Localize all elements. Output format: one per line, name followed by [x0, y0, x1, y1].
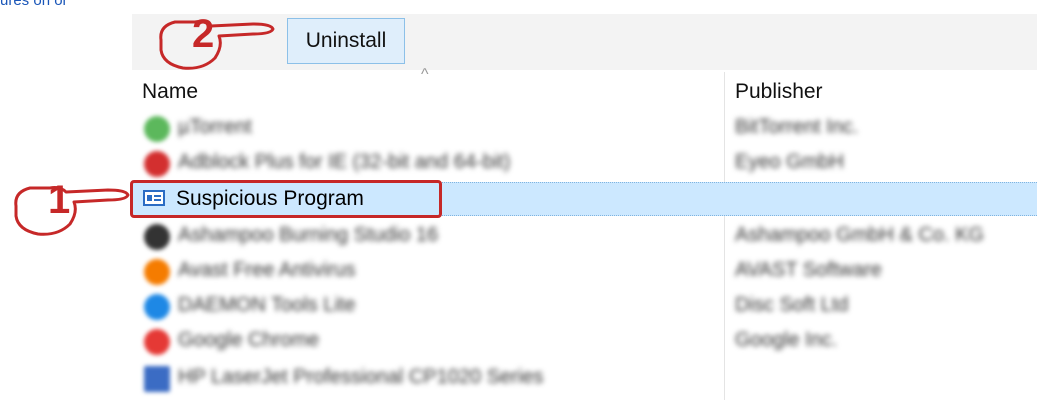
column-header-row: Name Publisher — [132, 72, 1037, 110]
avast-icon — [144, 259, 170, 285]
program-publisher: BitTorrent Inc. — [735, 116, 859, 138]
uninstall-button[interactable]: Uninstall — [287, 18, 405, 64]
program-name: Ashampoo Burning Studio 16 — [178, 224, 439, 246]
table-row[interactable]: µTorrent BitTorrent Inc. — [132, 112, 1037, 146]
table-row[interactable]: HP LaserJet Professional CP1020 Series — [132, 362, 1037, 396]
highlight-box-annotation — [130, 180, 442, 218]
pointing-hand-annotation-1 — [14, 186, 130, 236]
program-name: µTorrent — [178, 116, 252, 138]
program-name: Adblock Plus for IE (32-bit and 64-bit) — [178, 151, 511, 173]
program-publisher: Eyeo GmbH — [735, 151, 844, 173]
column-header-name[interactable]: Name — [142, 80, 198, 104]
annotation-number-1: 1 — [48, 178, 71, 222]
annotation-number-2: 2 — [192, 12, 215, 56]
top-link-text[interactable]: ures on or — [0, 0, 68, 9]
program-publisher: Disc Soft Ltd — [735, 294, 849, 316]
table-row[interactable]: DAEMON Tools Lite Disc Soft Ltd — [132, 290, 1037, 324]
program-name: HP LaserJet Professional CP1020 Series — [178, 366, 544, 388]
table-row[interactable]: Adblock Plus for IE (32-bit and 64-bit) … — [132, 147, 1037, 181]
program-name: Avast Free Antivirus — [178, 259, 356, 281]
pointing-hand-annotation-2 — [159, 20, 275, 70]
printer-icon — [144, 366, 170, 392]
program-name: DAEMON Tools Lite — [178, 294, 356, 316]
utorrent-icon — [144, 116, 170, 142]
program-publisher: Google Inc. — [735, 329, 838, 351]
table-row[interactable]: Ashampoo Burning Studio 16 Ashampoo GmbH… — [132, 220, 1037, 254]
table-row[interactable]: Google Chrome Google Inc. — [132, 325, 1037, 359]
chrome-icon — [144, 329, 170, 355]
adblock-icon — [144, 151, 170, 177]
column-header-publisher[interactable]: Publisher — [735, 80, 823, 104]
program-publisher: AVAST Software — [735, 259, 882, 281]
program-publisher: Ashampoo GmbH & Co. KG — [735, 224, 984, 246]
program-name: Google Chrome — [178, 329, 320, 351]
daemon-tools-icon — [144, 294, 170, 320]
table-row[interactable]: Avast Free Antivirus AVAST Software — [132, 255, 1037, 289]
ashampoo-icon — [144, 224, 170, 250]
